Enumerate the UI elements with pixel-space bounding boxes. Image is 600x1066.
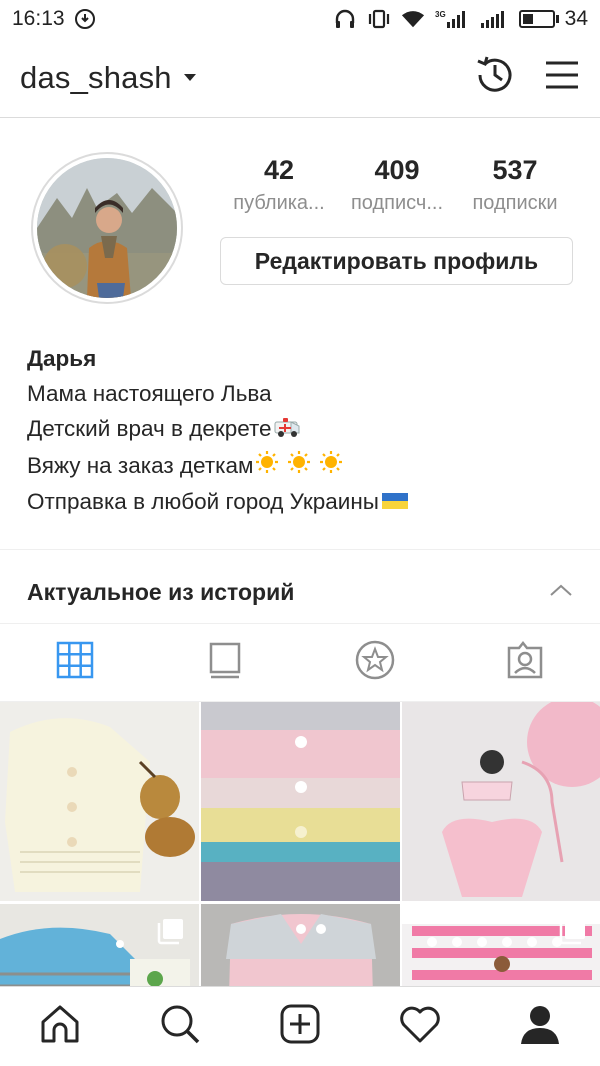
vibrate-icon (367, 8, 391, 30)
tab-feed[interactable] (150, 624, 300, 701)
feed-icon (208, 640, 242, 685)
profile-icon (519, 1003, 561, 1050)
profile-stats: 42 публика... 409 подписч... 537 подписк… (220, 152, 574, 215)
chevron-up-icon[interactable] (549, 583, 573, 602)
bio-line: Детский врач в декрете (27, 411, 587, 448)
chevron-down-icon[interactable] (183, 74, 196, 81)
sun-emoji (255, 449, 343, 484)
nav-activity[interactable] (360, 987, 480, 1066)
multiple-posts-icon (559, 917, 586, 950)
add-icon (279, 1003, 321, 1050)
tab-grid[interactable] (0, 624, 150, 701)
bio-line: Вяжу на заказ деткам (27, 448, 587, 485)
headphones-icon (333, 8, 357, 30)
home-icon (39, 1003, 81, 1050)
download-icon (74, 9, 95, 29)
wifi-icon (401, 8, 425, 30)
edit-profile-button[interactable]: Редактировать профиль (220, 237, 573, 285)
menu-icon[interactable] (544, 59, 580, 96)
nav-add[interactable] (240, 987, 360, 1066)
profile-bio: Дарья Мама настоящего Льва Детский врач … (27, 341, 587, 521)
stat-followers[interactable]: 409 подписч... (338, 152, 456, 215)
stat-posts-label: публика... (233, 192, 325, 214)
divider (0, 549, 600, 550)
post-thumbnail[interactable] (201, 702, 400, 901)
stat-following-label: подписки (472, 192, 558, 214)
profile-header: das_shash (0, 38, 600, 118)
stat-followers-label: подписч... (350, 192, 444, 214)
tab-tagged[interactable] (450, 624, 600, 701)
heart-icon (398, 1004, 442, 1049)
highlights-title: Актуальное из историй (27, 578, 295, 605)
network-type: 3G (435, 10, 446, 19)
stat-following-count: 537 (492, 155, 538, 185)
nav-profile[interactable] (480, 987, 600, 1066)
nav-search[interactable] (120, 987, 240, 1066)
saved-icon (355, 640, 395, 685)
bottom-navigation (0, 986, 600, 1066)
profile-name: Дарья (27, 346, 97, 371)
signal-icon: 3G (435, 8, 469, 30)
grid-icon (56, 641, 94, 684)
stat-posts-count: 42 (263, 155, 295, 185)
profile-tabs (0, 624, 600, 702)
bio-line: Отправка в любой город Украины (27, 484, 587, 521)
stat-followers-count: 409 (374, 155, 420, 185)
signal-icon (479, 8, 509, 30)
post-thumbnail[interactable] (0, 702, 199, 901)
stat-posts[interactable]: 42 публика... (220, 152, 338, 215)
ukraine-flag-emoji (381, 486, 409, 521)
ambulance-emoji (274, 413, 302, 448)
battery-icon: 34 (518, 7, 588, 31)
status-bar: 16:13 3G 34 (0, 0, 600, 38)
post-thumbnail[interactable] (402, 702, 600, 901)
story-highlights[interactable]: Актуальное из историй (27, 570, 573, 614)
avatar[interactable] (31, 152, 183, 304)
bio-line: Мама настоящего Льва (27, 381, 272, 406)
multiple-posts-icon (157, 917, 586, 950)
search-icon (159, 1003, 201, 1050)
profile-photo (37, 158, 177, 298)
status-time: 16:13 (12, 7, 65, 30)
stat-following[interactable]: 537 подписки (456, 152, 574, 215)
nav-home[interactable] (0, 987, 120, 1066)
tab-saved[interactable] (300, 624, 450, 701)
history-icon[interactable] (474, 54, 516, 101)
tagged-icon (505, 640, 545, 685)
battery-percent: 34 (564, 7, 588, 30)
username[interactable]: das_shash (20, 60, 172, 96)
